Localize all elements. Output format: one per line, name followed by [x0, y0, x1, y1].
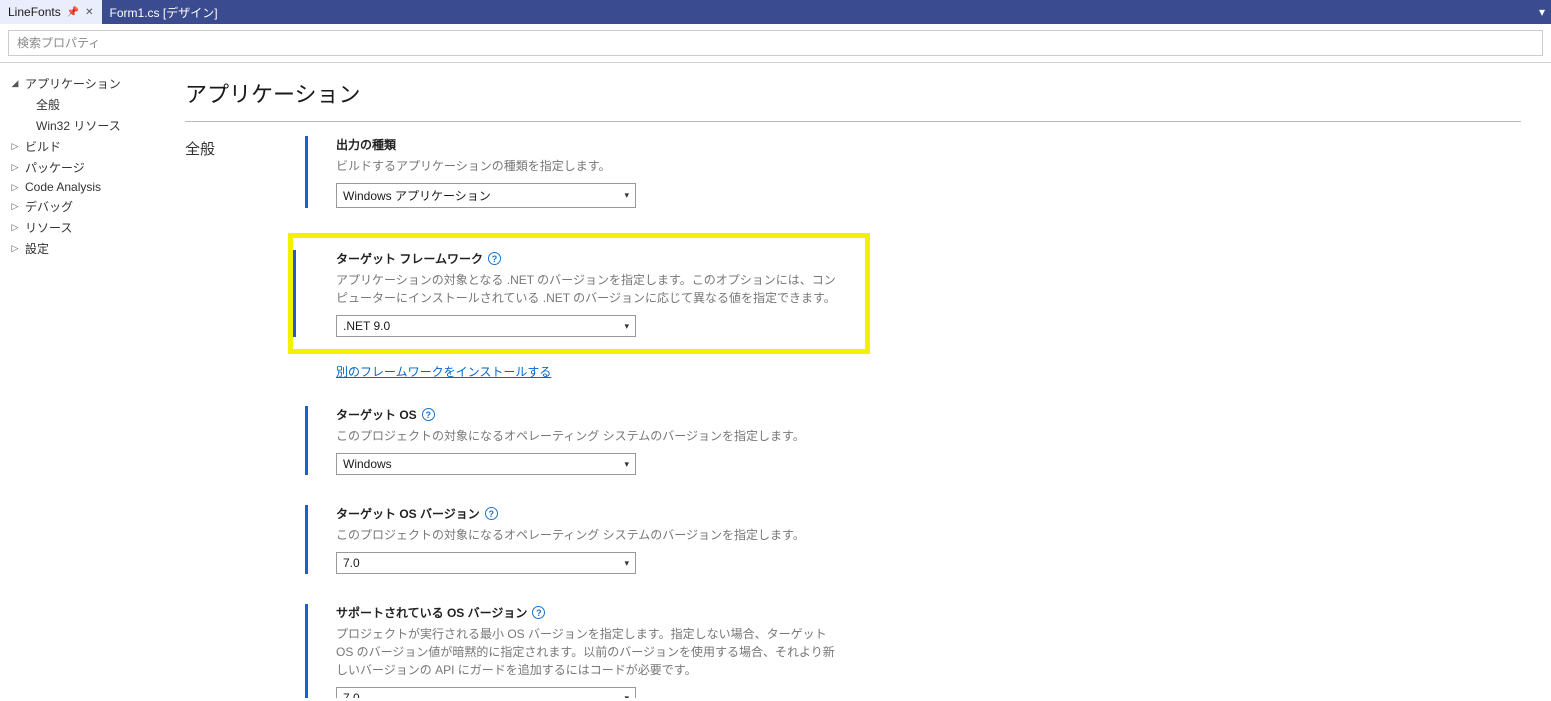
search-input[interactable]	[8, 30, 1543, 56]
select-value: 7.0	[343, 556, 360, 570]
sidebar-item-code-analysis[interactable]: ▷ Code Analysis	[10, 178, 175, 196]
field-description: プロジェクトが実行される最小 OS バージョンを指定します。指定しない場合、ター…	[336, 625, 836, 679]
expander-icon: ▷	[10, 182, 20, 193]
sidebar-item-general[interactable]: 全般	[10, 94, 175, 115]
field-description: このプロジェクトの対象になるオペレーティング システムのバージョンを指定します。	[336, 427, 836, 445]
target-os-select[interactable]: Windows ▾	[336, 453, 636, 475]
chevron-down-icon: ▾	[1539, 5, 1545, 19]
field-label: ターゲット OS バージョン ?	[336, 505, 865, 522]
field-description: ビルドするアプリケーションの種類を指定します。	[336, 157, 836, 175]
sidebar-item-label: リソース	[25, 219, 72, 236]
help-icon[interactable]: ?	[532, 606, 545, 619]
tab-form1[interactable]: Form1.cs [デザイン]	[102, 0, 226, 24]
tab-label: Form1.cs [デザイン]	[110, 4, 218, 21]
field-target-framework: ターゲット フレームワーク ? アプリケーションの対象となる .NET のバージ…	[293, 250, 853, 337]
help-icon[interactable]: ?	[485, 507, 498, 520]
property-search-row	[0, 24, 1551, 63]
tab-linefonts[interactable]: LineFonts 📌 ✕	[0, 0, 102, 24]
help-icon[interactable]: ?	[422, 408, 435, 421]
page-title: アプリケーション	[185, 71, 1521, 122]
field-label: サポートされている OS バージョン ?	[336, 604, 865, 621]
sidebar-item-label: Code Analysis	[25, 180, 101, 194]
output-type-select[interactable]: Windows アプリケーション ▾	[336, 183, 636, 208]
sidebar-item-debug[interactable]: ▷ デバッグ	[10, 196, 175, 217]
select-value: .NET 9.0	[343, 319, 390, 333]
sidebar-item-label: Win32 リソース	[36, 117, 121, 134]
tabbar-overflow[interactable]: ▾	[1539, 0, 1551, 24]
field-label: ターゲット OS ?	[336, 406, 865, 423]
help-icon[interactable]: ?	[488, 252, 501, 265]
sidebar-item-label: 設定	[25, 240, 49, 257]
close-icon[interactable]: ✕	[85, 7, 93, 18]
sidebar-item-label: ビルド	[25, 138, 61, 155]
sidebar: ◢ アプリケーション 全般 Win32 リソース ▷ ビルド ▷ パッケージ ▷…	[0, 63, 175, 698]
fields-column: 出力の種類 ビルドするアプリケーションの種類を指定します。 Windows アプ…	[305, 136, 865, 698]
sidebar-item-build[interactable]: ▷ ビルド	[10, 136, 175, 157]
chevron-down-icon: ▾	[624, 190, 629, 201]
chevron-down-icon: ▾	[624, 693, 629, 699]
sidebar-item-label: 全般	[36, 96, 60, 113]
expander-icon: ▷	[10, 162, 20, 173]
main-layout: ◢ アプリケーション 全般 Win32 リソース ▷ ビルド ▷ パッケージ ▷…	[0, 63, 1551, 698]
section-heading: 全般	[185, 136, 225, 159]
sidebar-item-resources[interactable]: ▷ リソース	[10, 217, 175, 238]
section-general: 全般 出力の種類 ビルドするアプリケーションの種類を指定します。 Windows…	[185, 136, 1521, 698]
highlight-target-framework: ターゲット フレームワーク ? アプリケーションの対象となる .NET のバージ…	[293, 238, 865, 349]
expander-icon: ▷	[10, 201, 20, 212]
supported-os-version-select[interactable]: 7.0 ▾	[336, 687, 636, 698]
field-label: ターゲット フレームワーク ?	[336, 250, 853, 267]
chevron-down-icon: ▾	[624, 321, 629, 332]
sidebar-item-application[interactable]: ◢ アプリケーション	[10, 73, 175, 94]
field-description: アプリケーションの対象となる .NET のバージョンを指定します。このオプション…	[336, 271, 836, 307]
field-label: 出力の種類	[336, 136, 865, 153]
field-output-type: 出力の種類 ビルドするアプリケーションの種類を指定します。 Windows アプ…	[305, 136, 865, 208]
chevron-down-icon: ▾	[624, 459, 629, 470]
tab-label: LineFonts	[8, 5, 61, 19]
document-tabs: LineFonts 📌 ✕ Form1.cs [デザイン] ▾	[0, 0, 1551, 24]
target-os-version-select[interactable]: 7.0 ▾	[336, 552, 636, 574]
sidebar-item-label: パッケージ	[25, 159, 85, 176]
select-value: Windows アプリケーション	[343, 187, 491, 204]
content-pane: アプリケーション 全般 出力の種類 ビルドするアプリケーションの種類を指定します…	[175, 63, 1551, 698]
sidebar-item-label: アプリケーション	[25, 75, 121, 92]
expander-icon: ▷	[10, 222, 20, 233]
field-target-os-version: ターゲット OS バージョン ? このプロジェクトの対象になるオペレーティング …	[305, 505, 865, 574]
sidebar-item-package[interactable]: ▷ パッケージ	[10, 157, 175, 178]
field-description: このプロジェクトの対象になるオペレーティング システムのバージョンを指定します。	[336, 526, 836, 544]
target-framework-select[interactable]: .NET 9.0 ▾	[336, 315, 636, 337]
install-framework-link[interactable]: 別のフレームワークをインストールする	[336, 363, 551, 380]
expander-icon: ▷	[10, 141, 20, 152]
sidebar-item-win32-resources[interactable]: Win32 リソース	[10, 115, 175, 136]
expander-icon: ▷	[10, 243, 20, 254]
sidebar-item-settings[interactable]: ▷ 設定	[10, 238, 175, 259]
select-value: Windows	[343, 457, 392, 471]
field-supported-os-version: サポートされている OS バージョン ? プロジェクトが実行される最小 OS バ…	[305, 604, 865, 698]
expander-icon: ◢	[10, 78, 20, 89]
pin-icon[interactable]: 📌	[67, 7, 79, 18]
field-target-os: ターゲット OS ? このプロジェクトの対象になるオペレーティング システムのバ…	[305, 406, 865, 475]
select-value: 7.0	[343, 691, 360, 698]
chevron-down-icon: ▾	[624, 558, 629, 569]
sidebar-item-label: デバッグ	[25, 198, 73, 215]
